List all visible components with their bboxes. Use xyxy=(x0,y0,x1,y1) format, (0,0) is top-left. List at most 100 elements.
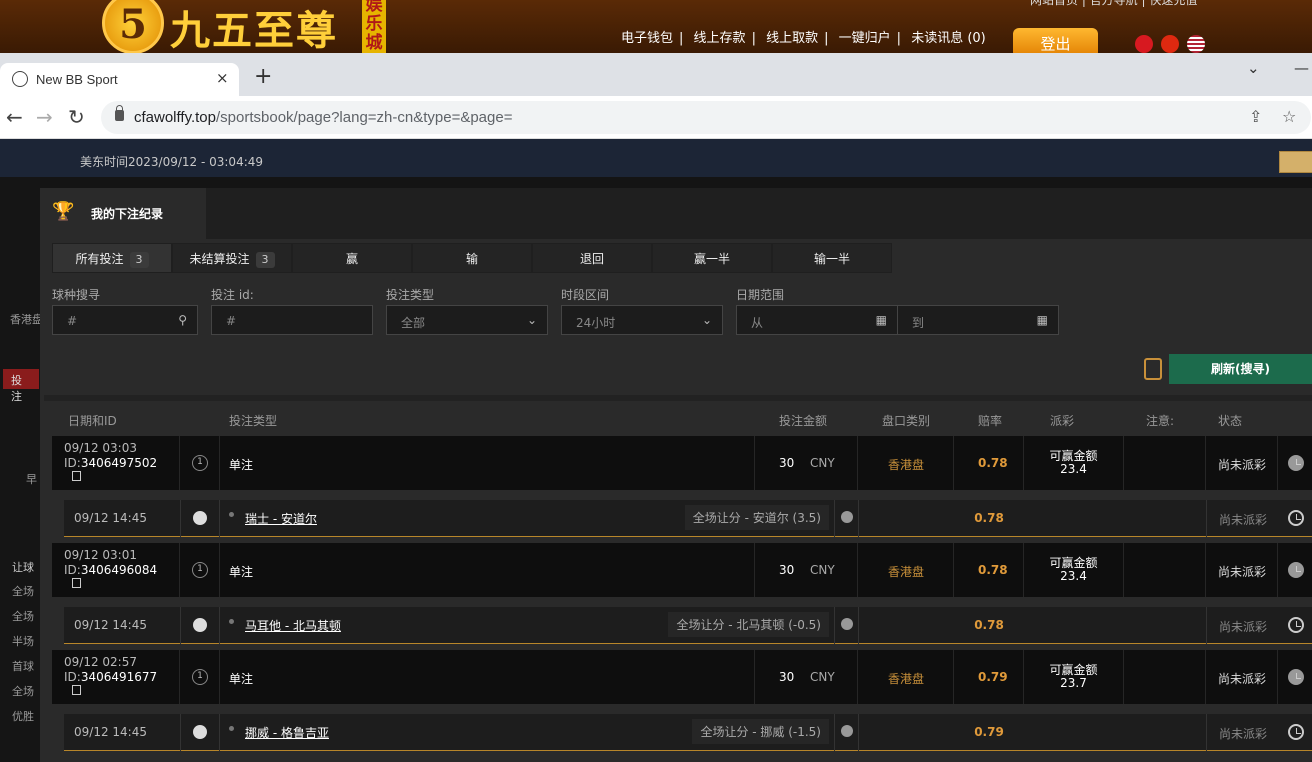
bet-leg-row[interactable]: 09/12 14:45 瑞士 - 安道尔 全场让分 - 安道尔 (3.5) 0.… xyxy=(64,500,1312,537)
odds-cell: 0.78 xyxy=(954,543,1024,597)
user-icon[interactable] xyxy=(841,511,853,523)
link-wallet[interactable]: 电子钱包 xyxy=(621,31,673,46)
tab-half-lose[interactable]: 输一半 xyxy=(772,243,892,273)
bet-currency: CNY xyxy=(810,456,835,470)
copy-icon[interactable] xyxy=(72,471,81,481)
bet-market: 香港盘 xyxy=(888,565,925,579)
us-flag-icon[interactable] xyxy=(1187,35,1205,53)
sport-search-input[interactable]: # ⚲ xyxy=(52,305,198,335)
cn-flag-icon[interactable] xyxy=(1161,35,1179,53)
link-messages[interactable]: 未读讯息 (0) xyxy=(911,31,986,46)
bet-status: 尚未派彩 xyxy=(1218,672,1267,686)
search-icon[interactable]: ⚲ xyxy=(178,313,187,327)
link-deposit[interactable]: 线上存款 xyxy=(694,31,746,46)
calendar-icon[interactable]: ▦ xyxy=(1037,313,1048,327)
refresh-search-button[interactable]: 刷新(搜寻) xyxy=(1169,354,1312,384)
leg-status-cell: 尚未派彩 xyxy=(1206,607,1278,644)
lock-icon[interactable] xyxy=(115,105,124,121)
tab-lose[interactable]: 输 xyxy=(412,243,532,273)
payout-cell: 可赢金额 23.7 xyxy=(1024,650,1124,704)
tab-half-win[interactable]: 赢一半 xyxy=(652,243,772,273)
soccer-ball-icon xyxy=(193,725,207,739)
new-tab-button[interactable]: + xyxy=(254,66,272,88)
trophy-icon: 🏆 xyxy=(52,201,75,222)
clock-icon xyxy=(1288,617,1304,633)
bullet-icon xyxy=(229,726,234,731)
bet-type-cell: 单注 xyxy=(220,650,755,704)
leg-match[interactable]: 挪威 - 格鲁吉亚 xyxy=(245,724,329,741)
payout-amount: 23.4 xyxy=(1060,569,1087,583)
bet-row[interactable]: 09/12 03:03 ID:3406497502 1 单注 30 CNY 香港… xyxy=(52,436,1312,490)
star-icon[interactable]: ☆ xyxy=(1282,107,1296,126)
leg-icon-cell xyxy=(180,607,220,644)
user-icon[interactable] xyxy=(841,725,853,737)
sport-search-label: 球种搜寻 xyxy=(52,288,101,302)
col-status: 状态 xyxy=(1218,414,1243,428)
logout-button[interactable]: 登出 xyxy=(1013,28,1098,53)
copy-icon[interactable] xyxy=(72,578,81,588)
tab-all-bets[interactable]: 所有投注 3 xyxy=(52,243,172,273)
logo-emblem[interactable]: 5 xyxy=(102,0,164,53)
col-odds: 赔率 xyxy=(978,414,1003,428)
minimize-icon[interactable]: — xyxy=(1294,59,1309,77)
forward-arrow-icon[interactable]: → xyxy=(36,105,53,129)
link-withdraw[interactable]: 线上取款 xyxy=(766,31,818,46)
top-links-partial[interactable]: 网站首页 | 官方导航 | 快速充值 xyxy=(1030,0,1197,8)
leg-market-cell xyxy=(858,500,954,537)
modal-header-tab[interactable]: 🏆 我的下注纪录 xyxy=(40,188,206,239)
col-payout: 派彩 xyxy=(1050,414,1075,428)
tab-win[interactable]: 赢 xyxy=(292,243,412,273)
left-menu-item[interactable]: 投注 xyxy=(3,369,39,403)
period-select[interactable]: 24小时 ⌄ xyxy=(561,305,723,335)
single-bet-icon: 1 xyxy=(192,455,208,471)
link-consolidate[interactable]: 一键归户 xyxy=(839,31,891,46)
payout-cell: 可赢金额 23.4 xyxy=(1024,543,1124,597)
date-from-input[interactable]: 从 ▦ xyxy=(736,305,898,335)
payout-cell: 可赢金额 23.4 xyxy=(1024,436,1124,490)
bet-status: 尚未派彩 xyxy=(1218,565,1267,579)
header-button[interactable] xyxy=(1279,151,1312,173)
calendar-icon[interactable]: ▦ xyxy=(876,313,887,327)
bullet-icon xyxy=(229,619,234,624)
bet-type-label: 投注类型 xyxy=(386,288,435,302)
col-amount: 投注金额 xyxy=(779,414,828,428)
close-icon[interactable]: × xyxy=(216,69,229,87)
bet-row[interactable]: 09/12 03:01 ID:3406496084 1 单注 30 CNY 香港… xyxy=(52,543,1312,597)
hk-flag-icon[interactable] xyxy=(1135,35,1153,53)
count-badge: 3 xyxy=(255,252,275,268)
soccer-ball-icon xyxy=(193,511,207,525)
globe-icon xyxy=(12,71,28,87)
period-label: 时段区间 xyxy=(561,288,610,302)
address-bar[interactable]: cfawolffy.top/sportsbook/page?lang=zh-cn… xyxy=(101,101,1311,134)
bet-leg-row[interactable]: 09/12 14:45 马耳他 - 北马其顿 全场让分 - 北马其顿 (-0.5… xyxy=(64,607,1312,644)
clipboard-icon[interactable] xyxy=(1144,358,1162,380)
reload-icon[interactable]: ↻ xyxy=(68,105,85,129)
bet-row[interactable]: 09/12 02:57 ID:3406491677 1 单注 30 CNY 香港… xyxy=(52,650,1312,704)
leg-status: 尚未派彩 xyxy=(1219,620,1268,634)
browser-tab[interactable]: New BB Sport × xyxy=(0,63,239,96)
chevron-down-icon[interactable]: ⌄ xyxy=(1247,59,1260,77)
bet-leg-row[interactable]: 09/12 14:45 挪威 - 格鲁吉亚 全场让分 - 挪威 (-1.5) 0… xyxy=(64,714,1312,751)
bet-odds: 0.78 xyxy=(978,456,1008,470)
tab-unsettled-bets[interactable]: 未结算投注 3 xyxy=(172,243,292,273)
soccer-ball-icon xyxy=(193,618,207,632)
user-icon[interactable] xyxy=(841,618,853,630)
bet-icon-cell: 1 xyxy=(180,650,220,704)
bet-id-input[interactable]: # xyxy=(211,305,373,335)
clock-icon xyxy=(1288,455,1304,471)
copy-icon[interactable] xyxy=(72,685,81,695)
leg-match[interactable]: 马耳他 - 北马其顿 xyxy=(245,617,341,634)
logo-text[interactable]: 九五至尊 xyxy=(170,0,338,53)
bet-market: 香港盘 xyxy=(888,458,925,472)
leg-status: 尚未派彩 xyxy=(1219,513,1268,527)
date-to-input[interactable]: 到 ▦ xyxy=(897,305,1059,335)
leg-status-cell: 尚未派彩 xyxy=(1206,714,1278,751)
tab-refund[interactable]: 退回 xyxy=(532,243,652,273)
bet-market: 香港盘 xyxy=(888,672,925,686)
bet-type-select[interactable]: 全部 ⌄ xyxy=(386,305,548,335)
notes-cell xyxy=(1124,543,1206,597)
clock-icon xyxy=(1288,724,1304,740)
back-arrow-icon[interactable]: ← xyxy=(6,105,23,129)
share-icon[interactable]: ⇪ xyxy=(1249,107,1262,126)
leg-match[interactable]: 瑞士 - 安道尔 xyxy=(245,510,317,527)
